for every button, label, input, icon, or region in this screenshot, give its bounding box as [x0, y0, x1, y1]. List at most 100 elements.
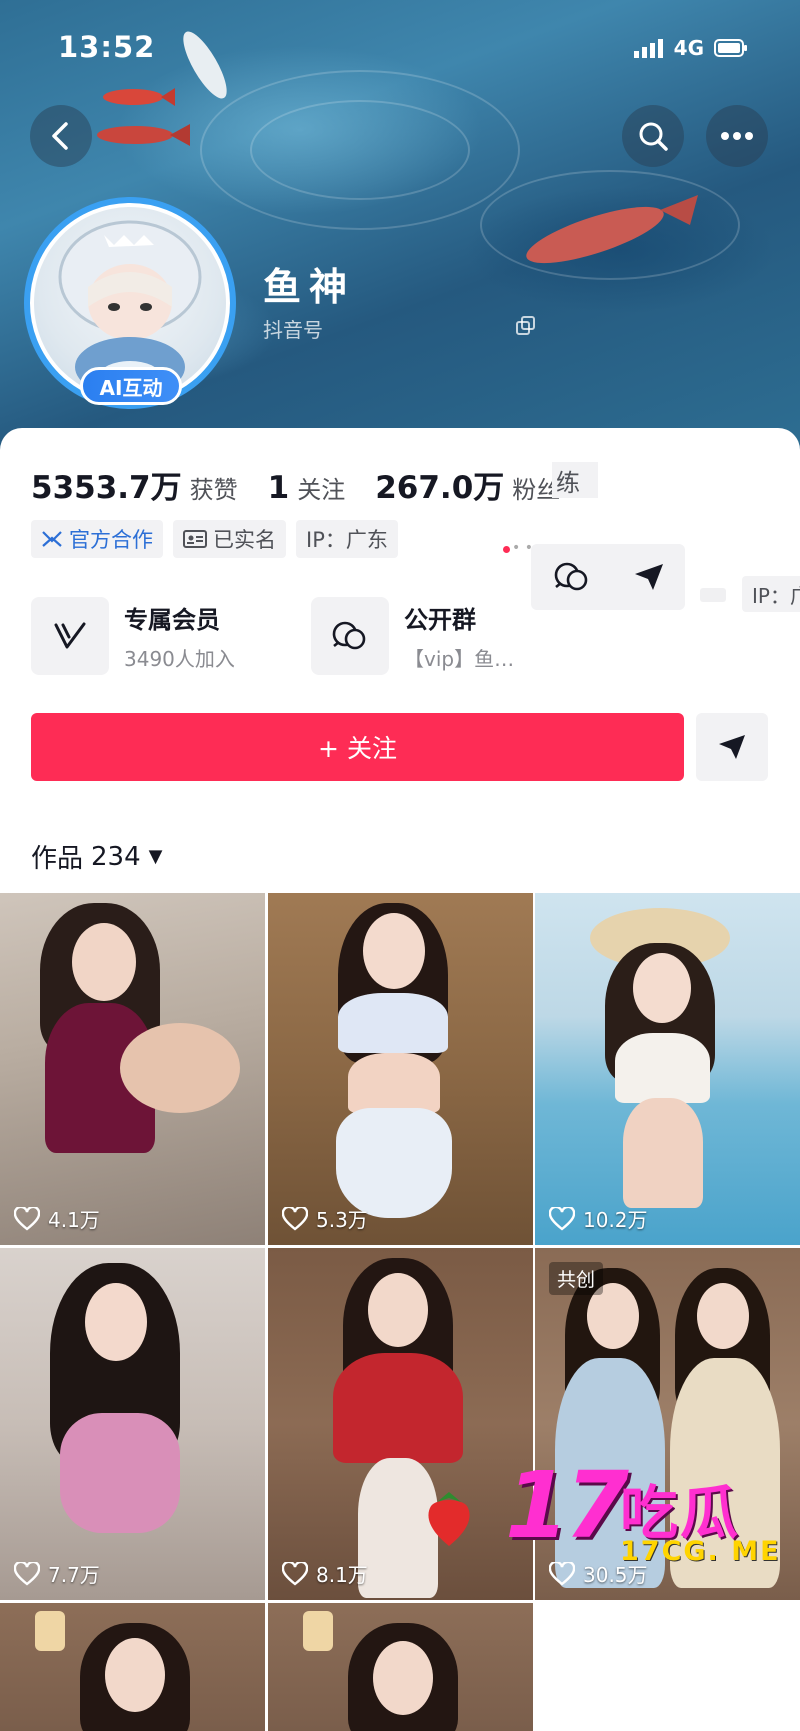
- video-thumbnail[interactable]: 8.1万: [268, 1248, 533, 1600]
- official-partner-label: 官方合作: [69, 528, 153, 552]
- group-chat-icon[interactable]: [552, 559, 592, 595]
- person-image: [72, 923, 136, 1001]
- battery-icon: [714, 39, 747, 57]
- back-button[interactable]: [30, 105, 92, 167]
- like-count: 7.7万: [48, 1563, 100, 1587]
- wall-lamp-image: [35, 1611, 65, 1651]
- profile-stats: 5353.7万 获赞 1 关注 267.0万 粉丝: [31, 462, 564, 507]
- video-thumbnail[interactable]: 5.3万: [268, 893, 533, 1245]
- like-count: 5.3万: [316, 1208, 368, 1232]
- works-count: 234: [91, 841, 141, 872]
- person-image: [615, 1033, 710, 1103]
- search-icon: [639, 122, 668, 151]
- follow-label: + 关注: [318, 734, 397, 763]
- koi-fish-image: [526, 195, 698, 264]
- send-icon: [719, 735, 745, 759]
- person-image: [60, 1413, 180, 1533]
- works-label: 作品: [31, 844, 84, 874]
- heart-outline-icon: [14, 1206, 40, 1231]
- ai-interaction-badge[interactable]: AI互动: [80, 367, 182, 405]
- koi-fish-image: [97, 124, 190, 146]
- person-image: [336, 1108, 452, 1218]
- video-likes: 8.1万: [282, 1559, 368, 1588]
- id-card-icon: [183, 530, 207, 548]
- membership-title: 专属会员: [124, 606, 220, 634]
- person-image: [623, 1098, 703, 1208]
- heart-outline-icon: [282, 1561, 308, 1586]
- more-button[interactable]: [706, 105, 768, 167]
- group-chat-icon: [332, 621, 366, 650]
- person-image: [368, 1273, 428, 1347]
- following-label[interactable]: 关注: [297, 470, 345, 505]
- ip-location-tag: IP：广东: [296, 520, 398, 558]
- person-image: [120, 1023, 240, 1113]
- strawberry-icon: [428, 1492, 470, 1546]
- verified-label: 已实名: [213, 528, 276, 552]
- watermark-url: 17CG. ME: [620, 1536, 781, 1567]
- membership-icon-box: [31, 597, 109, 675]
- more-dots-icon: [721, 132, 753, 140]
- signal-icon: [633, 39, 663, 58]
- watermark-number: 17: [505, 1452, 629, 1559]
- works-tab[interactable]: 作品 234 ▼: [31, 838, 163, 875]
- person-image: [373, 1641, 433, 1715]
- membership-entry[interactable]: 专属会员 3490人加入: [31, 597, 235, 675]
- group-subtitle: 【vip】鱼…: [404, 647, 515, 671]
- person-image: [338, 993, 448, 1053]
- wall-lamp-image: [303, 1611, 333, 1651]
- followers-count[interactable]: 267.0万: [375, 462, 504, 507]
- profile-nickname: 鱼神: [263, 265, 356, 309]
- share-button[interactable]: [696, 713, 768, 781]
- verified-tag[interactable]: 已实名: [173, 520, 286, 558]
- network-type: 4G: [673, 36, 704, 60]
- site-watermark: 17 吃瓜 17CG. ME: [505, 1460, 790, 1570]
- floating-action-overlay: [531, 544, 685, 610]
- search-button[interactable]: [622, 105, 684, 167]
- group-icon-box: [311, 597, 389, 675]
- co-create-badge: 共创: [549, 1262, 604, 1295]
- ip-location-label: IP：广东: [306, 528, 388, 552]
- following-count[interactable]: 1: [268, 470, 290, 506]
- person-image: [363, 913, 425, 989]
- video-likes: 5.3万: [282, 1204, 368, 1233]
- send-icon[interactable]: [633, 562, 665, 592]
- video-likes: 4.1万: [14, 1204, 100, 1233]
- video-thumbnail[interactable]: 10.2万: [535, 893, 800, 1245]
- copy-icon[interactable]: [516, 316, 536, 336]
- heart-outline-icon: [282, 1206, 308, 1231]
- person-image: [697, 1283, 749, 1349]
- douyin-id-label: 抖音号: [263, 318, 323, 342]
- white-fish-image: [183, 31, 227, 99]
- status-time: 13:52: [58, 30, 156, 64]
- status-icons: 4G: [633, 36, 748, 60]
- person-image: [348, 1053, 440, 1113]
- person-image: [333, 1353, 463, 1463]
- likes-label: 获赞: [189, 476, 238, 504]
- notification-dot: [503, 546, 510, 553]
- back-arrow-icon: [52, 122, 68, 150]
- official-partner-tag[interactable]: 官方合作: [31, 520, 163, 558]
- video-thumbnail[interactable]: 4.1万: [0, 893, 265, 1245]
- video-thumbnail[interactable]: 7.7万: [0, 1248, 265, 1600]
- water-ripple: [250, 100, 470, 200]
- person-image: [633, 953, 691, 1023]
- membership-subtitle: 3490人加入: [124, 647, 235, 671]
- person-image: [105, 1638, 165, 1712]
- ip-tag-fragment: IP：广: [742, 576, 800, 612]
- video-likes: 7.7万: [14, 1559, 100, 1588]
- ellipsis-icon: • •: [512, 540, 533, 556]
- like-count: 8.1万: [316, 1563, 368, 1587]
- koi-fish-image: [103, 88, 175, 106]
- profile-tags: 官方合作 已实名 IP：广东: [31, 520, 398, 558]
- public-group-entry[interactable]: 公开群 【vip】鱼…: [311, 597, 514, 675]
- overlay-fragment: [700, 588, 726, 602]
- vip-v-icon: [54, 622, 86, 649]
- follow-button[interactable]: + 关注: [31, 713, 684, 781]
- video-likes: 10.2万: [549, 1204, 648, 1233]
- video-thumbnail[interactable]: [268, 1603, 533, 1731]
- official-partner-icon: [42, 531, 62, 547]
- video-thumbnail[interactable]: [0, 1603, 265, 1731]
- likes-count: 5353.7万: [31, 470, 182, 506]
- heart-outline-icon: [14, 1561, 40, 1586]
- caret-down-icon: ▼: [148, 846, 163, 867]
